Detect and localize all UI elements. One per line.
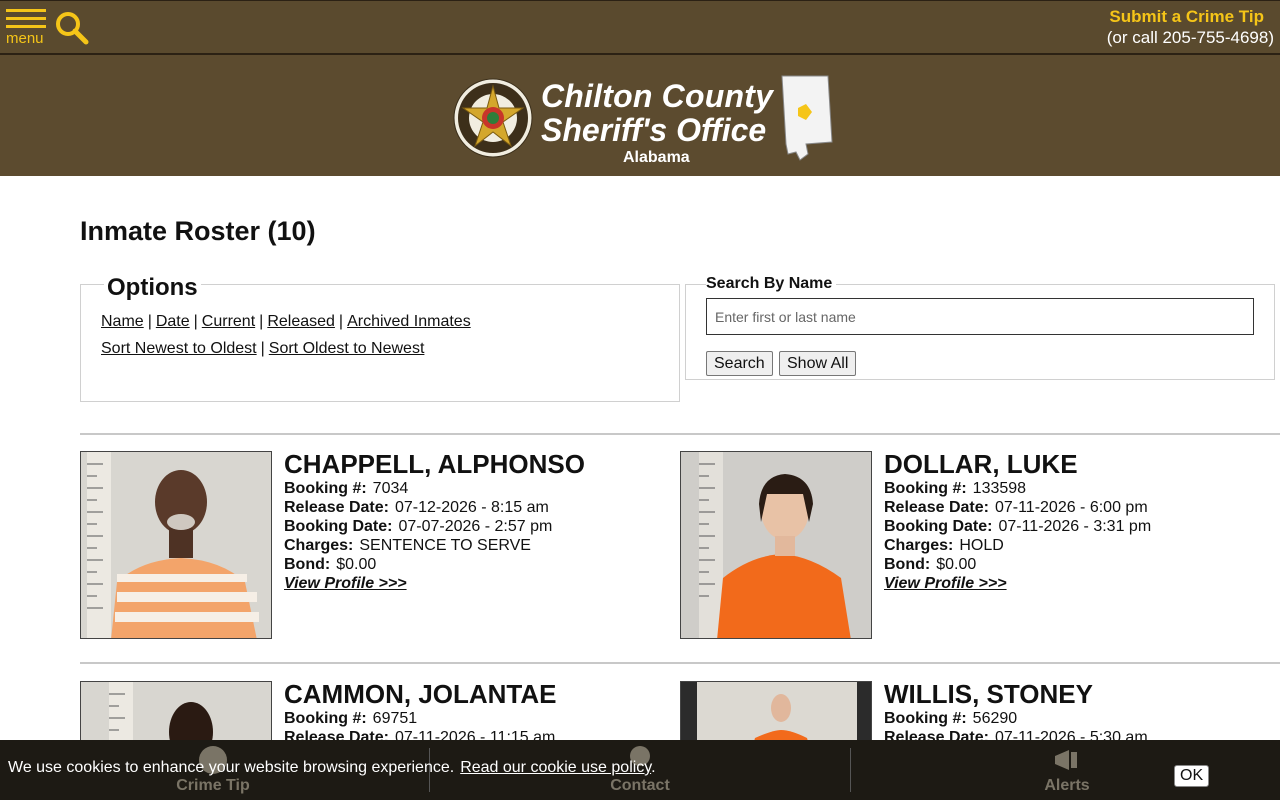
view-profile-link[interactable]: View Profile >>> <box>884 575 1007 593</box>
show-all-button[interactable]: Show All <box>779 351 857 376</box>
search-icon[interactable] <box>55 11 89 45</box>
booking-number: Booking #: 7034 <box>284 480 409 497</box>
release-date: Release Date: 07-12-2026 - 8:15 am <box>284 499 549 516</box>
inmate-photo[interactable] <box>680 451 872 639</box>
search-button[interactable]: Search <box>706 351 773 376</box>
filter-links: Name | Date | Current | Released | Archived Inma… <box>101 313 471 330</box>
booking-number: Booking #: 133598 <box>884 480 1027 497</box>
inmate-name: DOLLAR, LUKE <box>884 449 1078 479</box>
alabama-map-icon <box>778 74 834 164</box>
archived-inmates-link[interactable]: Archived Inmates <box>347 313 471 330</box>
crime-tip-phone[interactable]: (or call 205-755-4698) <box>1107 28 1274 48</box>
cookie-policy-link[interactable]: Read our cookie use policy <box>460 759 651 776</box>
inmate-name: CHAPPELL, ALPHONSO <box>284 449 585 479</box>
sort-oldest-link[interactable]: Sort Oldest to Newest <box>269 340 425 357</box>
booking-date: Booking Date: 07-07-2026 - 2:57 pm <box>284 518 553 535</box>
bond: Bond: $0.00 <box>884 556 977 573</box>
hamburger-icon-line <box>6 25 46 28</box>
filter-released-link[interactable]: Released <box>267 313 335 330</box>
page-title: Inmate Roster (10) <box>80 216 316 246</box>
cookie-ok-button[interactable]: OK <box>1174 765 1210 787</box>
view-profile-link[interactable]: View Profile >>> <box>284 575 407 593</box>
booking-date: Booking Date: 07-11-2026 - 3:31 pm <box>884 518 1152 535</box>
menu-button[interactable]: menu <box>6 9 50 51</box>
inmate-name: CAMMON, JOLANTAE <box>284 679 557 709</box>
filter-current-link[interactable]: Current <box>202 313 255 330</box>
bond: Bond: $0.00 <box>284 556 377 573</box>
hamburger-icon <box>6 9 46 12</box>
cookie-message: We use cookies to enhance your website b… <box>8 759 656 777</box>
cookie-period: . <box>651 759 656 776</box>
divider <box>80 662 1280 664</box>
divider <box>80 433 1280 435</box>
search-name-input[interactable] <box>706 298 1254 335</box>
charges: Charges: SENTENCE TO SERVE <box>284 537 531 554</box>
booking-number: Booking #: 69751 <box>284 710 418 727</box>
release-date: Release Date: 07-11-2026 - 6:00 pm <box>884 499 1148 516</box>
filter-name-link[interactable]: Name <box>101 313 144 330</box>
filter-date-link[interactable]: Date <box>156 313 190 330</box>
submit-crime-tip-link[interactable]: Submit a Crime Tip <box>1109 7 1264 27</box>
charges: Charges: HOLD <box>884 537 1004 554</box>
options-legend: Options <box>104 274 201 302</box>
sheriff-seal-logo[interactable] <box>453 78 533 158</box>
site-title-line1: Chilton County <box>541 78 774 114</box>
menu-label: menu <box>6 30 44 47</box>
booking-number: Booking #: 56290 <box>884 710 1018 727</box>
site-title-line2: Sheriff's Office <box>541 112 767 148</box>
sort-links: Sort Newest to Oldest | Sort Oldest to New… <box>101 340 425 357</box>
inmate-name: WILLIS, STONEY <box>884 679 1093 709</box>
top-bar: menu Submit a Crime Tip (or call 205-755… <box>0 0 1280 55</box>
state-label: Alabama <box>623 149 690 166</box>
search-label: Search By Name <box>706 275 837 293</box>
sort-newest-link[interactable]: Sort Newest to Oldest <box>101 340 257 357</box>
inmate-photo[interactable] <box>80 451 272 639</box>
cookie-text: We use cookies to enhance your website b… <box>8 759 455 776</box>
cookie-banner: We use cookies to enhance your website b… <box>0 750 1280 790</box>
hamburger-icon-line <box>6 17 46 20</box>
